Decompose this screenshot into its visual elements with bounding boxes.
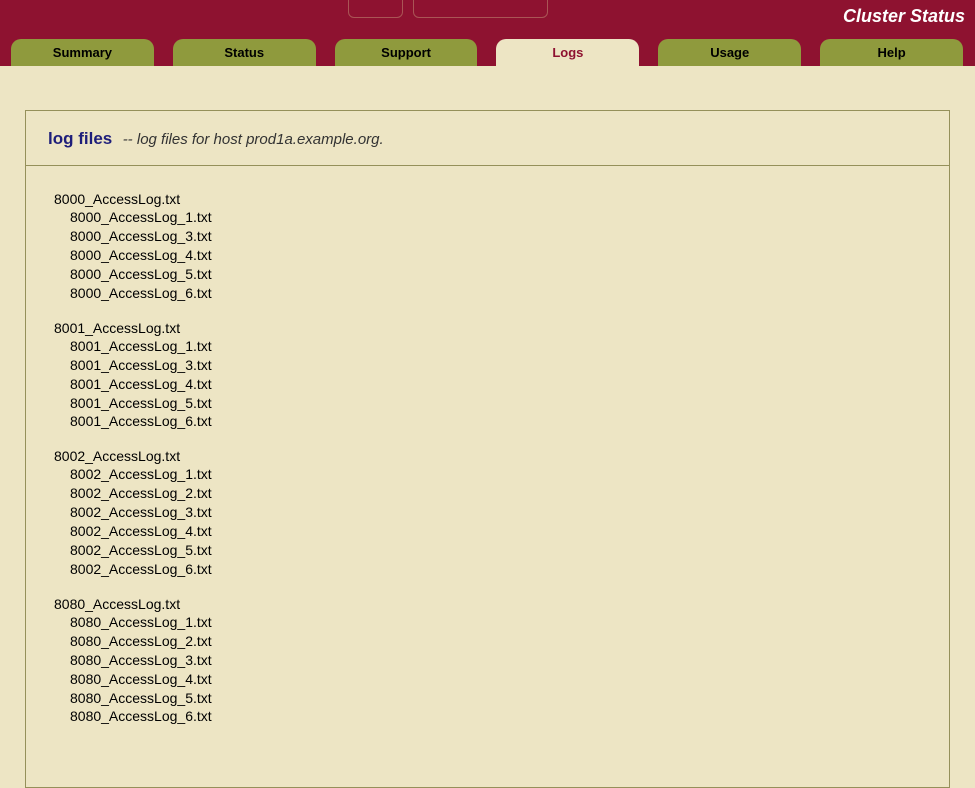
header-bar: Cluster Status [0,0,975,38]
log-file-link[interactable]: 8000_AccessLog_4.txt [54,246,921,265]
log-group: 8002_AccessLog.txt8002_AccessLog_1.txt80… [54,447,921,579]
log-group: 8001_AccessLog.txt8001_AccessLog_1.txt80… [54,319,921,432]
log-file-link[interactable]: 8080_AccessLog_1.txt [54,613,921,632]
log-group: 8080_AccessLog.txt8080_AccessLog_1.txt80… [54,595,921,727]
log-file-link[interactable]: 8002_AccessLog.txt [54,447,921,465]
panel-header: log files -- log files for host prod1a.e… [26,111,949,166]
log-file-link[interactable]: 8080_AccessLog_6.txt [54,707,921,726]
tab-summary[interactable]: Summary [11,39,154,66]
log-file-link[interactable]: 8080_AccessLog_5.txt [54,689,921,708]
tab-status[interactable]: Status [173,39,316,66]
log-file-link[interactable]: 8000_AccessLog_6.txt [54,284,921,303]
cluster-status-link[interactable]: Cluster Status [843,6,965,27]
log-file-link[interactable]: 8001_AccessLog_4.txt [54,375,921,394]
tab-strip: Summary Status Support Logs Usage Help [0,38,975,66]
tab-usage[interactable]: Usage [658,39,801,66]
log-file-link[interactable]: 8080_AccessLog.txt [54,595,921,613]
header-button-small[interactable] [348,0,403,18]
log-file-link[interactable]: 8001_AccessLog.txt [54,319,921,337]
log-file-link[interactable]: 8002_AccessLog_5.txt [54,541,921,560]
log-file-link[interactable]: 8002_AccessLog_4.txt [54,522,921,541]
log-file-link[interactable]: 8080_AccessLog_4.txt [54,670,921,689]
log-file-link[interactable]: 8000_AccessLog_3.txt [54,227,921,246]
log-file-link[interactable]: 8000_AccessLog.txt [54,190,921,208]
tab-logs[interactable]: Logs [496,39,639,66]
log-file-link[interactable]: 8000_AccessLog_5.txt [54,265,921,284]
log-file-link[interactable]: 8080_AccessLog_2.txt [54,632,921,651]
log-file-link[interactable]: 8002_AccessLog_3.txt [54,503,921,522]
tab-support[interactable]: Support [335,39,478,66]
header-buttons-group [348,0,548,18]
panel-title: log files [48,129,112,148]
log-listing: 8000_AccessLog.txt8000_AccessLog_1.txt80… [26,166,949,752]
log-file-link[interactable]: 8001_AccessLog_3.txt [54,356,921,375]
content-panel: log files -- log files for host prod1a.e… [25,110,950,788]
panel-subtitle: -- log files for host prod1a.example.org… [123,131,384,148]
log-file-link[interactable]: 8002_AccessLog_2.txt [54,484,921,503]
log-file-link[interactable]: 8002_AccessLog_1.txt [54,465,921,484]
log-file-link[interactable]: 8001_AccessLog_6.txt [54,412,921,431]
log-group: 8000_AccessLog.txt8000_AccessLog_1.txt80… [54,190,921,303]
log-file-link[interactable]: 8001_AccessLog_5.txt [54,394,921,413]
log-file-link[interactable]: 8000_AccessLog_1.txt [54,208,921,227]
content-area: log files -- log files for host prod1a.e… [0,66,975,788]
header-button-wide[interactable] [413,0,548,18]
log-file-link[interactable]: 8001_AccessLog_1.txt [54,337,921,356]
tab-help[interactable]: Help [820,39,963,66]
log-file-link[interactable]: 8080_AccessLog_3.txt [54,651,921,670]
log-file-link[interactable]: 8002_AccessLog_6.txt [54,560,921,579]
